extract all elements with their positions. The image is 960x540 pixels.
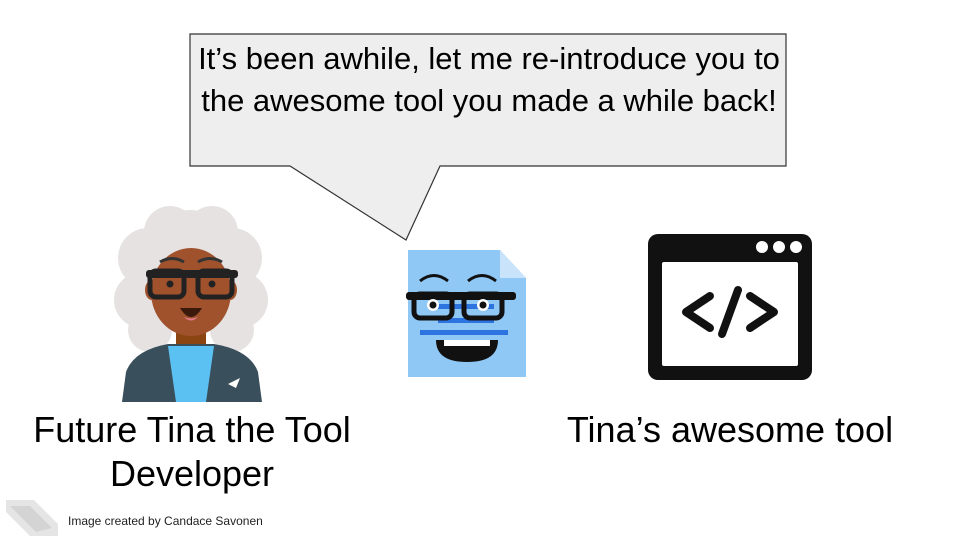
tool-caption: Tina’s awesome tool — [566, 409, 894, 450]
tina-avatar — [114, 206, 268, 402]
speech-bubble-text: It’s been awhile, let me re-introduce yo… — [198, 41, 780, 118]
code-window-icon — [648, 234, 812, 380]
document-character — [406, 250, 526, 377]
tina-caption: Future Tina the Tool Developer — [33, 409, 351, 494]
logo-icon — [6, 500, 58, 536]
image-credit: Image created by Candace Savonen — [68, 514, 263, 528]
